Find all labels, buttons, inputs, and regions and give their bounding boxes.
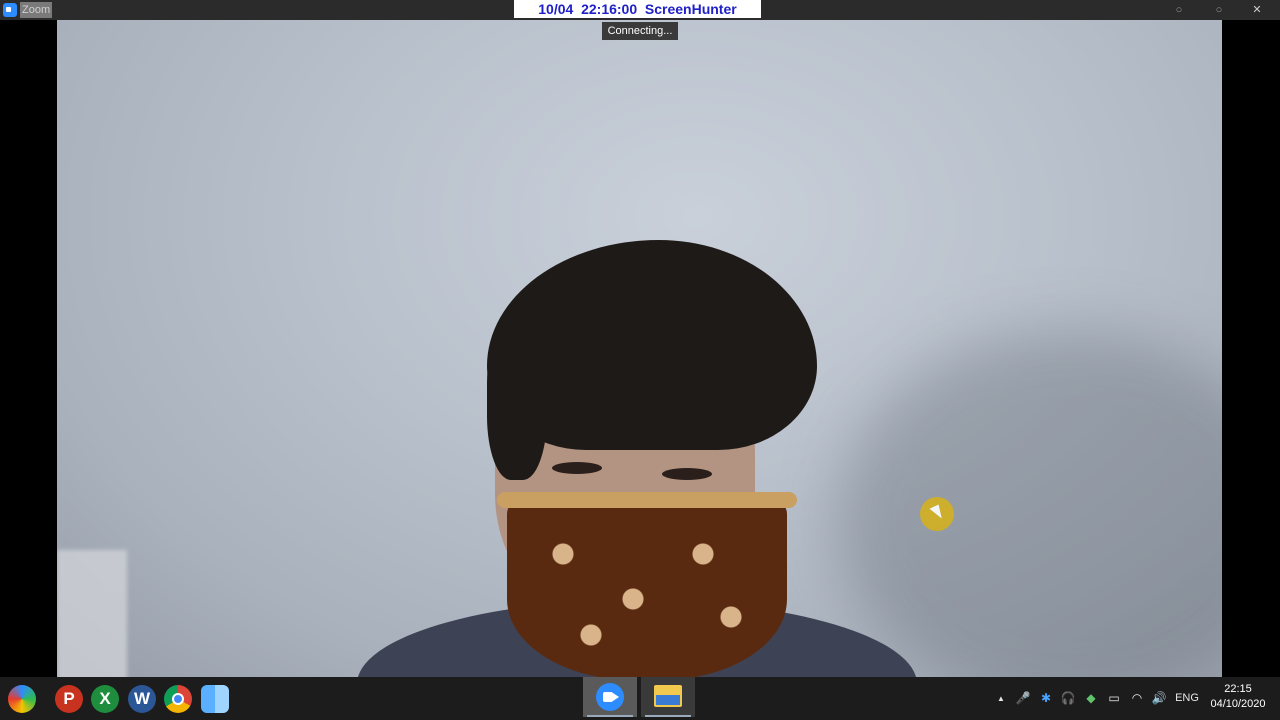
- chrome-icon[interactable]: [164, 685, 192, 713]
- taskbar-file-explorer[interactable]: [641, 677, 695, 717]
- volume-icon[interactable]: 🔊: [1151, 677, 1167, 720]
- connecting-status: Connecting...: [602, 22, 678, 40]
- zoom-video-icon: [596, 683, 624, 711]
- headset-icon[interactable]: 🎧: [1060, 677, 1076, 720]
- folder-icon: [654, 685, 682, 707]
- cursor-highlight-icon: [920, 497, 954, 531]
- zoom-app-icon: [3, 3, 17, 17]
- batik-face-mask: [507, 500, 787, 677]
- close-icon[interactable]: ✕: [1247, 0, 1267, 20]
- clock-date: 04/10/2020: [1210, 698, 1266, 710]
- network-app-icon[interactable]: ◆: [1083, 677, 1099, 720]
- powerpoint-icon[interactable]: P: [55, 685, 83, 713]
- bluetooth-icon[interactable]: ✱: [1038, 677, 1054, 720]
- mask-band: [497, 492, 797, 508]
- system-clock[interactable]: 22:15 04/10/2020: [1205, 682, 1271, 712]
- left-eye: [552, 462, 602, 474]
- taskbar: P X W ▲ 🎤 ✱ 🎧 ◆ ▭ ◠ 🔊 ENG 22:15 04/10/20…: [0, 677, 1280, 720]
- tray-overflow-icon[interactable]: ▲: [993, 677, 1009, 720]
- video-feed: [57, 20, 1222, 677]
- wall-object: [57, 550, 127, 677]
- wifi-icon[interactable]: ◠: [1129, 677, 1145, 720]
- maximize-icon[interactable]: ○: [1209, 0, 1229, 20]
- word-icon[interactable]: W: [128, 685, 156, 713]
- screenhunter-stamp: 10/04 22:16:00 ScreenHunter: [514, 0, 761, 18]
- language-indicator[interactable]: ENG: [1172, 677, 1202, 720]
- start-icon[interactable]: [8, 685, 36, 713]
- microphone-icon[interactable]: 🎤: [1015, 677, 1031, 720]
- clock-time: 22:15: [1224, 683, 1252, 695]
- finder-icon[interactable]: [201, 685, 229, 713]
- battery-icon[interactable]: ▭: [1106, 677, 1122, 720]
- active-indicator: [587, 715, 633, 717]
- participant-video: [357, 240, 917, 677]
- running-indicator: [645, 715, 691, 717]
- taskbar-zoom[interactable]: [583, 677, 637, 717]
- right-eye: [662, 468, 712, 480]
- hair-side: [487, 320, 547, 480]
- window-title: Zoom: [20, 2, 53, 18]
- minimize-icon[interactable]: ○: [1169, 0, 1189, 20]
- excel-icon[interactable]: X: [91, 685, 119, 713]
